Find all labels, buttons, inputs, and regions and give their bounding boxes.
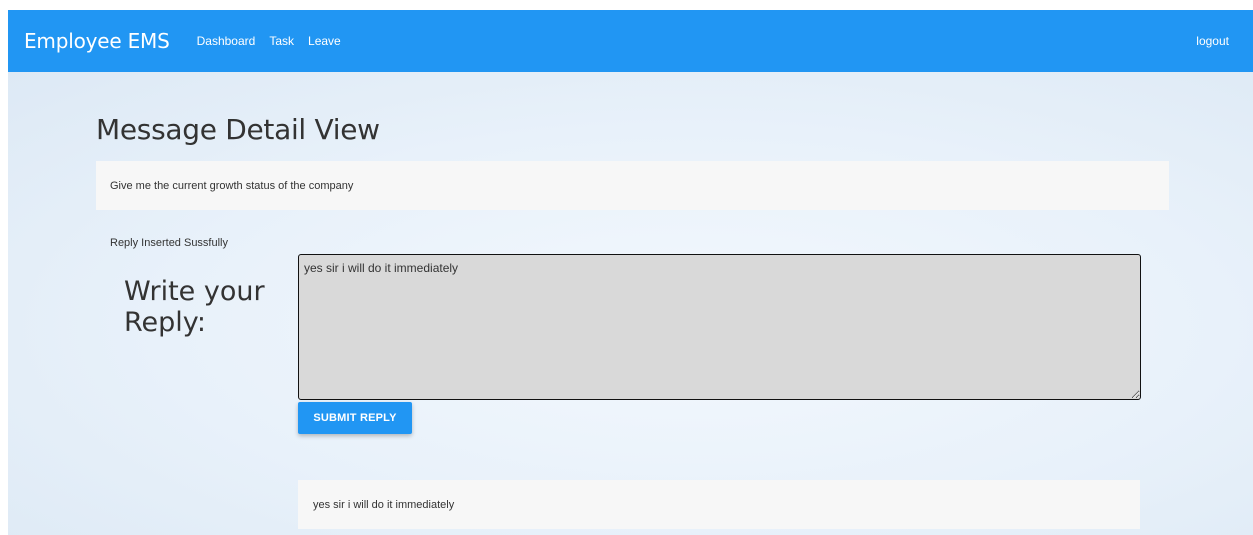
navbar: Employee EMS Dashboard Task Leave logout (8, 10, 1253, 72)
nav-link-task[interactable]: Task (269, 34, 294, 48)
page-title: Message Detail View (96, 113, 380, 146)
status-message: Reply Inserted Sussfully (110, 237, 228, 249)
message-text: Give me the current growth status of the… (110, 179, 354, 192)
nav-link-dashboard[interactable]: Dashboard (197, 34, 256, 48)
logout-link[interactable]: logout (1196, 34, 1229, 48)
reply-text: yes sir i will do it immediately (313, 498, 455, 511)
page: Employee EMS Dashboard Task Leave logout… (0, 0, 1253, 535)
brand-logo[interactable]: Employee EMS (24, 29, 170, 53)
message-box: Give me the current growth status of the… (96, 161, 1169, 210)
reply-list-item: yes sir i will do it immediately (298, 480, 1140, 529)
reply-textarea[interactable]: yes sir i will do it immediately (298, 254, 1141, 400)
reply-label: Write your Reply: (124, 276, 265, 338)
submit-reply-button[interactable]: SUBMIT REPLY (298, 402, 412, 434)
nav-link-leave[interactable]: Leave (308, 34, 341, 48)
